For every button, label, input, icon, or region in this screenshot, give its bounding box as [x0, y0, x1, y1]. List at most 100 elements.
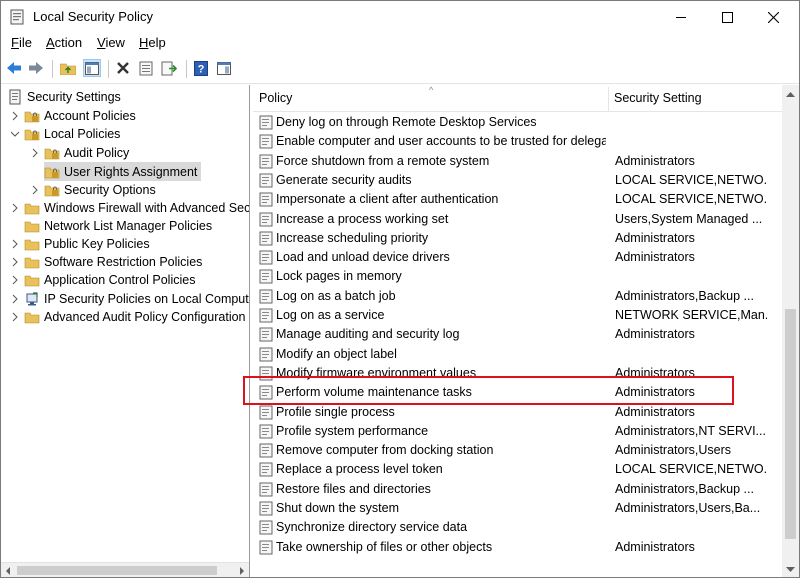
scroll-right-icon[interactable]: [239, 567, 245, 575]
policy-name-cell: Profile single process: [276, 404, 395, 419]
policy-setting-icon: [259, 231, 273, 246]
folder-lock-icon: [24, 129, 40, 140]
tree-item-label: Audit Policy: [64, 145, 130, 160]
close-button[interactable]: [750, 1, 796, 33]
properties-icon: [139, 61, 153, 75]
folder-lock-icon: [44, 167, 60, 178]
table-row[interactable]: Lock pages in memory: [253, 267, 781, 286]
security-setting-cell: Administrators: [615, 327, 695, 342]
tree-item-network-list-manager[interactable]: Network List Manager Policies: [24, 216, 212, 235]
show-hide-action-pane-button[interactable]: [215, 59, 233, 77]
scrollbar-thumb[interactable]: [17, 566, 217, 575]
policy-setting-icon: [259, 289, 273, 304]
delete-button[interactable]: [114, 59, 132, 77]
policy-setting-icon: [259, 405, 273, 419]
scroll-up-icon[interactable]: [786, 91, 795, 97]
expand-chevron-icon[interactable]: [29, 184, 41, 196]
table-row[interactable]: Increase scheduling priority Administrato…: [253, 229, 781, 248]
table-row[interactable]: Force shutdown from a remote system Admin…: [253, 152, 781, 171]
table-row[interactable]: Load and unload device drivers Administra…: [253, 248, 781, 267]
tree-item-security-options[interactable]: Security Options: [29, 180, 156, 199]
list-vertical-scrollbar[interactable]: [782, 85, 799, 577]
tree-item-software-restriction[interactable]: Software Restriction Policies: [9, 252, 202, 271]
show-hide-action-pane-icon: [217, 61, 231, 75]
menu-help-label: elp: [148, 35, 166, 50]
tree-item-windows-firewall[interactable]: Windows Firewall with Advanced Secu: [9, 198, 249, 217]
tree-item-local-policies[interactable]: Local Policies: [9, 124, 120, 143]
column-header-policy[interactable]: Policy: [259, 91, 292, 105]
toolbar-separator: [108, 60, 109, 78]
expand-chevron-icon[interactable]: [9, 293, 21, 305]
expand-chevron-icon[interactable]: [9, 202, 21, 214]
table-row[interactable]: Increase a process working set Users,Syst…: [253, 210, 781, 229]
menu-view[interactable]: View: [97, 35, 125, 50]
scroll-left-icon[interactable]: [5, 567, 11, 575]
minimize-button[interactable]: [658, 1, 704, 33]
policy-setting-icon: [259, 482, 273, 497]
menu-help[interactable]: Help: [139, 35, 166, 50]
menu-bar: File Action View Help: [1, 33, 799, 53]
table-row[interactable]: Modify an object label: [253, 345, 781, 364]
table-row[interactable]: Log on as a service NETWORK SERVICE,Man..…: [253, 306, 781, 325]
security-setting-cell: Administrators,Users,Ba...: [615, 501, 761, 515]
security-setting-cell: Administrators: [615, 404, 695, 419]
policy-setting-icon: [259, 462, 273, 477]
table-row[interactable]: Deny log on through Remote Desktop Servi…: [253, 113, 781, 132]
policy-name-cell: Profile system performance: [276, 423, 429, 438]
table-row[interactable]: Impersonate a client after authenticatio…: [253, 190, 781, 209]
table-row[interactable]: Shut down the system Administrators,Users…: [253, 499, 781, 518]
policy-setting-icon: [259, 173, 273, 188]
tree-item-advanced-audit[interactable]: Advanced Audit Policy Configuration: [9, 307, 246, 326]
expand-chevron-icon[interactable]: [9, 110, 21, 122]
table-row[interactable]: Synchronize directory service data: [253, 518, 781, 537]
menu-action[interactable]: Action: [46, 35, 82, 50]
table-row[interactable]: Take ownership of files or other objects…: [253, 538, 781, 557]
menu-file[interactable]: File: [11, 35, 32, 50]
expand-chevron-icon[interactable]: [9, 274, 21, 286]
table-row[interactable]: Manage auditing and security log Administ…: [253, 325, 781, 344]
tree-item-security-settings[interactable]: Security Settings: [7, 87, 121, 106]
column-divider[interactable]: [608, 87, 609, 111]
tree-item-account-policies[interactable]: Account Policies: [9, 106, 136, 125]
expand-chevron-icon[interactable]: [9, 256, 21, 268]
close-icon: [767, 11, 779, 23]
scrollbar-thumb[interactable]: [785, 309, 796, 539]
tree-item-public-key-policies[interactable]: Public Key Policies: [9, 234, 150, 253]
table-row[interactable]: Enable computer and user accounts to be …: [253, 132, 781, 151]
console-tree-pane: Security Settings Account Policies Local…: [1, 85, 250, 577]
back-arrow-icon: [7, 62, 21, 74]
expand-chevron-icon[interactable]: [29, 147, 41, 159]
policy-name-cell: Manage auditing and security log: [276, 327, 460, 342]
expand-chevron-icon[interactable]: [9, 238, 21, 250]
properties-button[interactable]: [137, 59, 155, 77]
security-settings-icon: [9, 89, 21, 104]
tree-item-audit-policy[interactable]: Audit Policy: [29, 143, 129, 162]
collapse-chevron-icon[interactable]: [9, 128, 21, 140]
table-row[interactable]: Restore files and directories Administrat…: [253, 480, 781, 499]
tree-item-ip-security[interactable]: IP Security Policies on Local Compute: [9, 289, 249, 308]
table-row[interactable]: Remove computer from docking station Admi…: [253, 441, 781, 460]
delete-icon: [117, 62, 129, 74]
back-button[interactable]: [5, 59, 23, 77]
folder-icon: [24, 275, 40, 286]
column-header-security-setting[interactable]: Security Setting: [614, 91, 702, 105]
help-button[interactable]: ?: [192, 59, 210, 77]
menu-view-label: iew: [105, 35, 125, 50]
show-hide-tree-button[interactable]: [83, 59, 101, 77]
up-one-level-button[interactable]: [59, 59, 77, 77]
tree-item-user-rights-assignment[interactable]: User Rights Assignment: [44, 162, 202, 181]
maximize-button[interactable]: [704, 1, 750, 33]
table-row[interactable]: Replace a process level token LOCAL SERVI…: [253, 460, 781, 479]
tree-horizontal-scrollbar[interactable]: [1, 562, 249, 577]
table-row[interactable]: Profile system performance Administrators…: [253, 422, 781, 441]
local-security-policy-app-icon: [10, 9, 24, 25]
table-row[interactable]: Profile single process Administrators: [253, 403, 781, 422]
table-row[interactable]: Log on as a batch job Administrators,Back…: [253, 287, 781, 306]
forward-button[interactable]: [27, 59, 45, 77]
export-list-button[interactable]: [160, 59, 178, 77]
expand-chevron-icon[interactable]: [9, 311, 21, 323]
scroll-down-icon[interactable]: [786, 567, 795, 573]
tree-item-application-control[interactable]: Application Control Policies: [9, 270, 195, 289]
up-folder-icon: [60, 63, 76, 75]
table-row[interactable]: Generate security audits LOCAL SERVICE,NE…: [253, 171, 781, 190]
